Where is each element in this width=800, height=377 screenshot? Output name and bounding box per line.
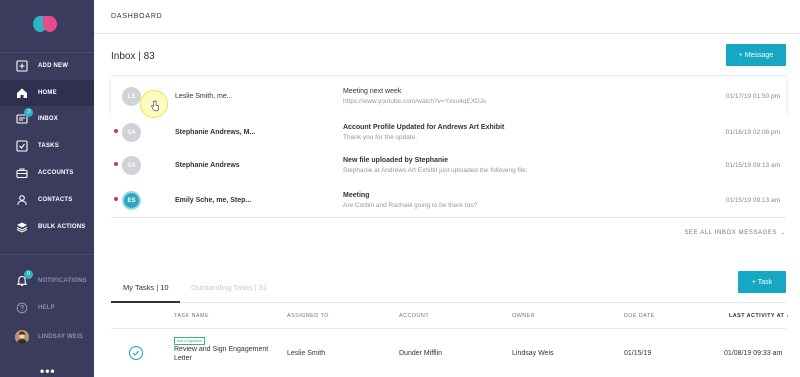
sidebar-item-add-new[interactable]: ADD NEW: [0, 53, 94, 79]
task-name-continued[interactable]: Letter: [174, 355, 192, 362]
tab-outstanding-tasks[interactable]: Outstanding Tasks | 31: [191, 283, 267, 292]
task-due-date: 01/15/19: [624, 350, 652, 357]
hand-cursor-icon: [151, 100, 159, 112]
active-tab-indicator: [111, 301, 180, 303]
avatar: SA: [122, 123, 141, 142]
inbox-title: Inbox | 83: [111, 51, 155, 62]
sidebar-item-contacts[interactable]: CONTACTS: [0, 187, 94, 213]
task-account[interactable]: Dunder Mifflin: [399, 350, 442, 357]
page-title: DASHBOARD: [111, 13, 163, 20]
sidebar-item-accounts[interactable]: ACCOUNTS: [0, 160, 94, 186]
sidebar-item-help[interactable]: HELP: [0, 295, 94, 321]
message-subject: Account Profile Updated for Andrews Art …: [343, 124, 505, 131]
message-subject: Meeting next week: [343, 88, 402, 95]
more-options-button[interactable]: •••: [40, 364, 56, 377]
sidebar-divider: [0, 254, 94, 255]
sidebar-item-label: ADD NEW: [38, 63, 69, 69]
avatar: LS: [122, 87, 141, 106]
top-bar: DASHBOARD: [94, 0, 800, 34]
checkmark-icon: [132, 350, 140, 356]
plus-square-icon: [15, 59, 29, 73]
message-subject: New file uploaded by Stephanie: [343, 157, 449, 164]
help-icon: [15, 301, 29, 315]
checkbox-icon: [15, 139, 29, 153]
column-header-account[interactable]: ACCOUNT: [399, 313, 429, 319]
task-name[interactable]: Review and Sign Engagement: [174, 346, 268, 353]
task-assigned-to: Leslie Smith: [287, 350, 326, 357]
task-last-activity: 01/08/19 09:33 am: [724, 350, 783, 357]
message-date: 01/15/19 09:13 am: [725, 162, 780, 169]
message-preview: Thank you for the update.: [343, 134, 418, 141]
inbox-message-row[interactable]: LS Leslie Smith, me... Meeting next week…: [111, 78, 786, 114]
message-date: 01/17/19 01:50 pm: [725, 93, 780, 100]
sidebar-item-label: HELP: [38, 305, 55, 311]
inbox-message-row[interactable]: ES Emily Sche, me, Step... Meeting Are C…: [111, 182, 786, 218]
column-header-task-name[interactable]: TASK NAME: [174, 313, 209, 319]
unread-indicator: [114, 197, 118, 201]
avatar: ES: [122, 191, 141, 210]
message-date: 01/15/19 09:13 am: [725, 197, 780, 204]
message-sender: Stephanie Andrews, M...: [175, 129, 256, 136]
sidebar-item-inbox[interactable]: 3 INBOX: [0, 106, 94, 132]
tab-my-tasks[interactable]: My Tasks | 10: [123, 283, 169, 292]
message-subject: Meeting: [343, 192, 370, 199]
inbox-icon: 3: [15, 108, 33, 126]
sidebar-item-user[interactable]: LINDSAY WEIS: [0, 324, 94, 350]
column-header-owner[interactable]: OWNER: [512, 313, 535, 319]
message-sender: Stephanie Andrews: [175, 162, 240, 169]
layers-icon: [15, 220, 29, 234]
unread-indicator: [114, 162, 118, 166]
new-task-button[interactable]: + Task: [738, 271, 786, 293]
sidebar-item-label: ACCOUNTS: [38, 170, 74, 176]
home-icon: [15, 86, 29, 100]
column-header-last-activity[interactable]: LAST ACTIVITY AT ↓: [729, 313, 789, 319]
user-avatar: [15, 330, 29, 344]
column-header-assigned-to[interactable]: ASSIGNED TO: [287, 313, 329, 319]
person-icon: [15, 193, 29, 207]
sidebar-item-tasks[interactable]: TASKS: [0, 133, 94, 159]
sidebar-item-notifications[interactable]: 0 NOTIFICATIONS: [0, 268, 94, 294]
column-header-due-date[interactable]: DUE DATE: [624, 313, 655, 319]
divider: [111, 328, 786, 329]
sidebar-item-bulk-actions[interactable]: BULK ACTIONS: [0, 214, 94, 240]
inbox-message-row[interactable]: SA Stephanie Andrews, M... Account Profi…: [111, 114, 786, 150]
message-sender: Emily Sche, me, Step...: [175, 197, 252, 204]
message-preview: Stephanie at Andrews Art Exhibit just up…: [343, 167, 528, 174]
sidebar: ADD NEW HOME 3 INBOX TASKS ACCOUNTS CONT…: [0, 0, 94, 377]
sidebar-item-label: LINDSAY WEIS: [38, 334, 84, 340]
bell-icon: 0: [15, 270, 33, 288]
task-type-tag: Add a Signature: [174, 337, 206, 345]
sidebar-item-label: NOTIFICATIONS: [38, 278, 87, 284]
briefcase-icon: [15, 166, 29, 180]
new-message-button[interactable]: + Message: [726, 44, 786, 66]
see-all-inbox-link[interactable]: SEE ALL INBOX MESSAGES →: [684, 230, 786, 236]
divider: [111, 302, 786, 303]
inbox-message-row[interactable]: SA Stephanie Andrews New file uploaded b…: [111, 147, 786, 183]
inbox-count-badge: 3: [24, 108, 33, 117]
sidebar-item-label: CONTACTS: [38, 197, 73, 203]
notifications-count-badge: 0: [24, 270, 33, 279]
message-preview: Are Corbin and Rachael going to be there…: [343, 202, 478, 209]
message-date: 01/16/19 02:08 pm: [725, 129, 780, 136]
task-owner: Lindsay Weis: [512, 350, 554, 357]
sidebar-item-label: BULK ACTIONS: [38, 224, 86, 230]
sidebar-item-label: HOME: [38, 90, 57, 96]
sidebar-item-label: INBOX: [38, 116, 59, 122]
sidebar-item-label: TASKS: [38, 143, 59, 149]
app-logo[interactable]: [33, 14, 59, 34]
avatar: SA: [122, 156, 141, 175]
message-sender: Leslie Smith, me...: [175, 93, 233, 100]
unread-indicator: [114, 129, 118, 133]
sidebar-item-home[interactable]: HOME: [0, 80, 94, 106]
message-preview: https://www.youtube.com/watch?v=Yxxu4qEX…: [343, 98, 487, 105]
complete-task-checkbox[interactable]: [129, 346, 143, 360]
divider: [111, 75, 786, 76]
